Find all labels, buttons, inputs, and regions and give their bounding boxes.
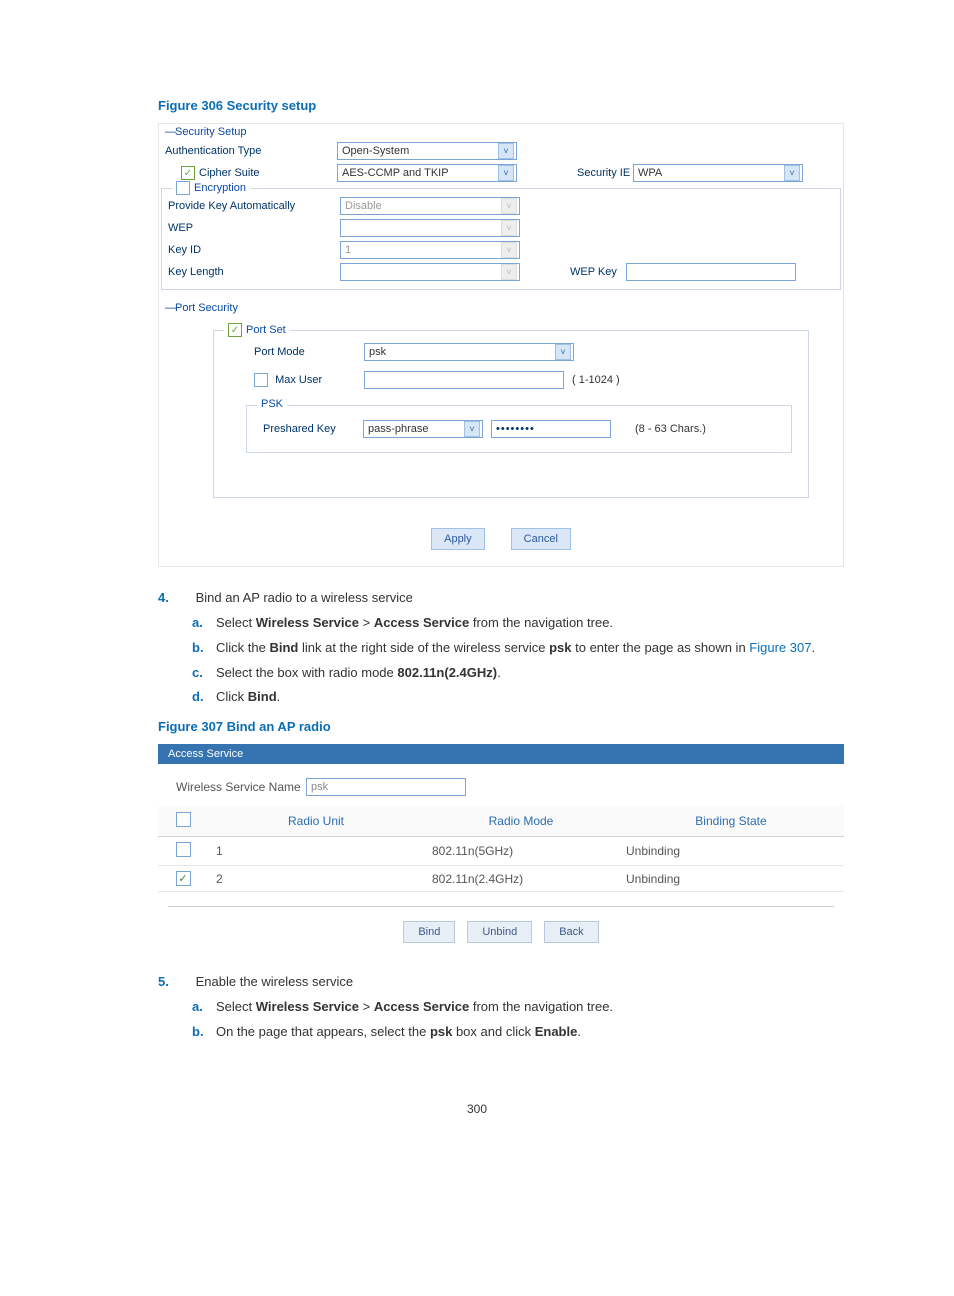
port-set-checkbox[interactable]: ✓ (228, 323, 242, 337)
step-5: 5. Enable the wireless service a. Select… (158, 973, 844, 1042)
figure-306-caption: Figure 306 Security setup (158, 98, 844, 113)
maxuser-input[interactable] (364, 371, 564, 389)
radio-unit-cell: 2 (208, 866, 424, 892)
encryption-checkbox[interactable] (176, 181, 190, 195)
auth-type-select[interactable]: Open-System ˅ (337, 142, 517, 160)
port-set-group-label: ✓ Port Set (224, 323, 290, 337)
step-letter: b. (192, 1023, 216, 1042)
psk-hint: (8 - 63 Chars.) (635, 423, 706, 435)
radio-table: Radio Unit Radio Mode Binding State 1802… (158, 806, 844, 892)
chevron-down-icon: ˅ (501, 242, 517, 258)
step-letter: d. (192, 688, 216, 707)
binding-state-header: Binding State (618, 806, 844, 837)
step-letter: a. (192, 614, 216, 633)
bind-button[interactable]: Bind (403, 921, 455, 943)
step-letter: a. (192, 998, 216, 1017)
wep-label: WEP (168, 222, 340, 234)
keylength-select: ˅ (340, 263, 520, 281)
maxuser-label: Max User (254, 373, 364, 387)
back-button[interactable]: Back (544, 921, 598, 943)
maxuser-checkbox[interactable] (254, 373, 268, 387)
maxuser-hint: ( 1-1024 ) (572, 374, 620, 386)
figure-306-panel: —Security Setup Authentication Type Open… (158, 123, 844, 567)
binding-state-cell: Unbinding (618, 866, 844, 892)
step-4d: d. Click Bind. (192, 688, 844, 707)
chevron-down-icon: ˅ (555, 344, 571, 360)
radio-mode-header: Radio Mode (424, 806, 618, 837)
figure-307-caption: Figure 307 Bind an AP radio (158, 719, 844, 734)
security-setup-title: —Security Setup (159, 124, 843, 140)
radio-mode-cell: 802.11n(5GHz) (424, 837, 618, 866)
chevron-down-icon: ˅ (501, 220, 517, 236)
chevron-down-icon: ˅ (464, 421, 480, 437)
wepkey-input (626, 263, 796, 281)
chevron-down-icon: ˅ (498, 165, 514, 181)
keyid-select: 1 ˅ (340, 241, 520, 259)
auth-type-label: Authentication Type (165, 145, 337, 157)
select-all-checkbox[interactable] (176, 812, 191, 827)
radio-unit-cell: 1 (208, 837, 424, 866)
port-mode-select[interactable]: psk ˅ (364, 343, 574, 361)
access-service-tab[interactable]: Access Service (158, 744, 844, 764)
row-checkbox[interactable] (176, 842, 191, 857)
keyid-label: Key ID (168, 244, 340, 256)
step-5-title: Enable the wireless service (196, 974, 354, 989)
step-4a: a. Select Wireless Service > Access Serv… (192, 614, 844, 633)
wep-select: ˅ (340, 219, 520, 237)
step-4b: b. Click the Bind link at the right side… (192, 639, 844, 658)
wireless-service-name-input[interactable]: psk (306, 778, 466, 796)
chevron-down-icon: ˅ (498, 143, 514, 159)
wepkey-label: WEP Key (570, 266, 626, 278)
step-letter: b. (192, 639, 216, 658)
security-ie-select[interactable]: WPA ˅ (633, 164, 803, 182)
unbind-button[interactable]: Unbind (467, 921, 532, 943)
figure-307-panel: Access Service Wireless Service Name psk… (158, 744, 844, 951)
cipher-suite-select[interactable]: AES-CCMP and TKIP ˅ (337, 164, 517, 182)
encryption-group-label: Encryption (172, 181, 250, 195)
cipher-suite-checkbox[interactable]: ✓ (181, 166, 195, 180)
provide-key-select: Disable ˅ (340, 197, 520, 215)
step-4-number: 4. (158, 589, 192, 608)
figure-307-link[interactable]: Figure 307 (749, 640, 811, 655)
psk-type-select[interactable]: pass-phrase ˅ (363, 420, 483, 438)
keylength-label: Key Length (168, 266, 340, 278)
chevron-down-icon: ˅ (501, 198, 517, 214)
table-row: 1802.11n(5GHz)Unbinding (158, 837, 844, 866)
provide-key-label: Provide Key Automatically (168, 200, 340, 212)
step-4: 4. Bind an AP radio to a wireless servic… (158, 589, 844, 707)
port-mode-label: Port Mode (254, 346, 364, 358)
radio-unit-header: Radio Unit (208, 806, 424, 837)
table-row: ✓ 2802.11n(2.4GHz)Unbinding (158, 866, 844, 892)
step-5a: a. Select Wireless Service > Access Serv… (192, 998, 844, 1017)
radio-mode-cell: 802.11n(2.4GHz) (424, 866, 618, 892)
step-5-number: 5. (158, 973, 192, 992)
row-checkbox[interactable]: ✓ (176, 871, 191, 886)
step-4-title: Bind an AP radio to a wireless service (196, 590, 413, 605)
chevron-down-icon: ˅ (784, 165, 800, 181)
cancel-button[interactable]: Cancel (511, 528, 571, 550)
security-ie-label: Security IE (577, 167, 633, 179)
apply-button[interactable]: Apply (431, 528, 485, 550)
binding-state-cell: Unbinding (618, 837, 844, 866)
preshared-key-label: Preshared Key (263, 423, 363, 435)
cipher-suite-label: ✓Cipher Suite (165, 166, 337, 180)
step-5b: b. On the page that appears, select the … (192, 1023, 844, 1042)
wireless-service-name-label: Wireless Service Name (176, 780, 306, 794)
step-4c: c. Select the box with radio mode 802.11… (192, 664, 844, 683)
step-letter: c. (192, 664, 216, 683)
psk-value-input[interactable]: •••••••• (491, 420, 611, 438)
psk-group-label: PSK (257, 398, 287, 410)
chevron-down-icon: ˅ (501, 264, 517, 280)
port-security-title: —Port Security (159, 300, 843, 316)
page-number: 300 (0, 1102, 954, 1116)
